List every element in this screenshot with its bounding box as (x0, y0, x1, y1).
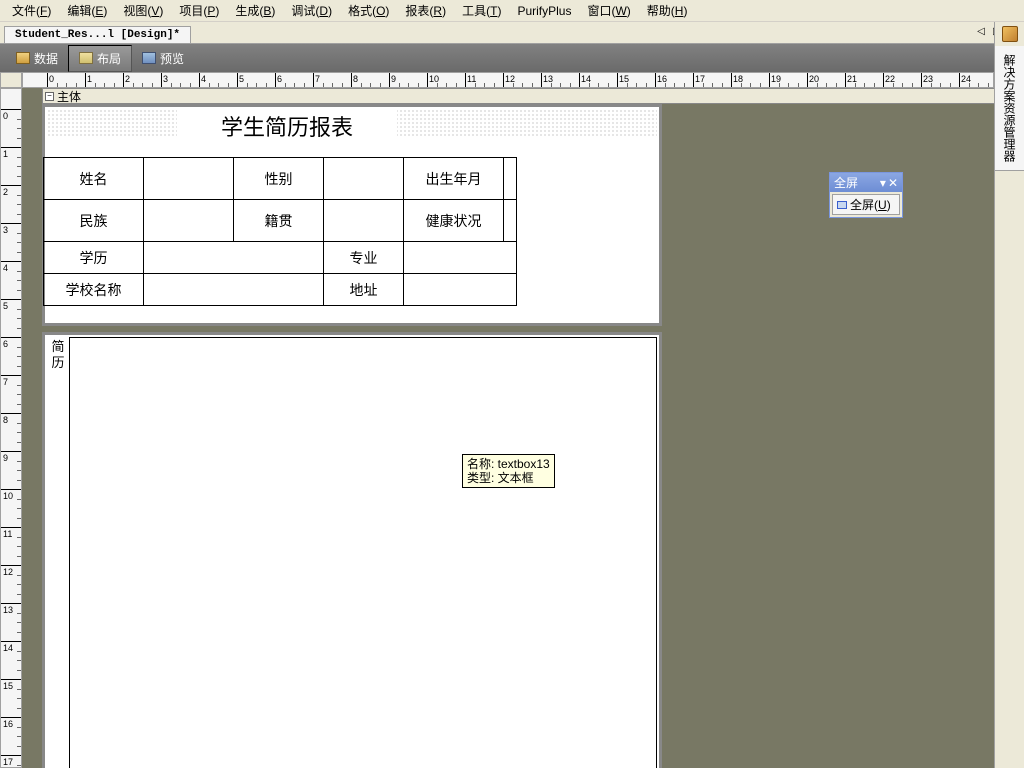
cell-major-label[interactable]: 专业 (324, 242, 404, 274)
report-resume-section[interactable]: 简历 (42, 332, 662, 768)
tooltip-line-type: 类型: 文本框 (467, 471, 550, 485)
menu-d[interactable]: 调试(D) (283, 0, 340, 21)
cell-name-label[interactable]: 姓名 (44, 158, 144, 200)
fullscreen-panel[interactable]: 全屏 ▾ ✕ 全屏(U) (829, 172, 903, 218)
section-band-header[interactable]: − 主体 (42, 88, 994, 104)
cell-major-value[interactable] (404, 242, 517, 274)
cell-school-label[interactable]: 学校名称 (44, 274, 144, 306)
tab-layout[interactable]: 布局 (68, 45, 132, 72)
tab-preview[interactable]: 预览 (132, 46, 194, 71)
cell-edu-value[interactable] (144, 242, 324, 274)
cell-address-value[interactable] (404, 274, 517, 306)
report-body-section[interactable]: 学生简历报表 姓名 性别 出生年月 民族 籍贯 健康状况 (42, 104, 662, 326)
element-tooltip: 名称: textbox13 类型: 文本框 (462, 454, 555, 488)
fullscreen-panel-titlebar[interactable]: 全屏 ▾ ✕ (830, 173, 902, 192)
menu-r[interactable]: 报表(R) (397, 0, 454, 21)
menu-f[interactable]: 文件(F) (4, 0, 59, 21)
tab-layout-label: 布局 (97, 50, 121, 67)
resume-label-textbox[interactable]: 简历 (49, 339, 67, 371)
layout-icon (79, 52, 93, 64)
panel-dropdown-icon[interactable]: ▾ (880, 176, 886, 190)
cell-health-label[interactable]: 健康状况 (404, 200, 504, 242)
fullscreen-button-label: 全屏(U) (850, 196, 891, 213)
tab-data-label: 数据 (34, 50, 58, 67)
solution-explorer-panel[interactable]: 解决方案资源管理器 (994, 22, 1024, 768)
menu-t[interactable]: 工具(T) (454, 0, 509, 21)
menu-p[interactable]: 项目(P) (171, 0, 227, 21)
panel-close-icon[interactable]: ✕ (888, 176, 898, 190)
resume-content-textbox[interactable] (69, 337, 657, 768)
cell-birth-value[interactable] (504, 158, 517, 200)
cell-address-label[interactable]: 地址 (324, 274, 404, 306)
cell-birth-label[interactable]: 出生年月 (404, 158, 504, 200)
cell-gender-value[interactable] (324, 158, 404, 200)
fullscreen-icon (837, 201, 847, 209)
cell-health-value[interactable] (504, 200, 517, 242)
document-tab[interactable]: Student_Res...l [Design]* (4, 26, 191, 43)
view-toolbar: 数据 布局 预览 (0, 44, 1024, 72)
fullscreen-panel-body: 全屏(U) (830, 192, 902, 217)
cell-school-value[interactable] (144, 274, 324, 306)
tooltip-line-name: 名称: textbox13 (467, 457, 550, 471)
section-band-label: 主体 (57, 88, 81, 105)
tab-data[interactable]: 数据 (6, 46, 68, 71)
solution-explorer-icon (1002, 26, 1018, 42)
ruler-corner (0, 72, 22, 88)
data-icon (16, 52, 30, 64)
horizontal-ruler[interactable]: 0123456789101112131415161718192021222324… (22, 72, 994, 88)
cell-name-value[interactable] (144, 158, 234, 200)
menu-e[interactable]: 编辑(E) (59, 0, 115, 21)
solution-explorer-tab[interactable]: 解决方案资源管理器 (995, 46, 1024, 171)
document-tabbar: Student_Res...l [Design]* ◁ ▷ ✕ (0, 22, 1024, 44)
cell-gender-label[interactable]: 性别 (234, 158, 324, 200)
preview-icon (142, 52, 156, 64)
fullscreen-panel-title: 全屏 (834, 174, 858, 191)
menu-v[interactable]: 视图(V) (115, 0, 171, 21)
collapse-icon[interactable]: − (45, 92, 54, 101)
band-gutter (22, 88, 40, 768)
cell-native-value[interactable] (324, 200, 404, 242)
fullscreen-button[interactable]: 全屏(U) (832, 194, 900, 215)
cell-ethnic-value[interactable] (144, 200, 234, 242)
report-table[interactable]: 姓名 性别 出生年月 民族 籍贯 健康状况 学历 (43, 157, 517, 306)
cell-edu-label[interactable]: 学历 (44, 242, 144, 274)
cell-native-label[interactable]: 籍贯 (234, 200, 324, 242)
menu-w[interactable]: 窗口(W) (579, 0, 638, 21)
cell-ethnic-label[interactable]: 民族 (44, 200, 144, 242)
tab-prev-icon[interactable]: ◁ (974, 24, 988, 38)
menu-o[interactable]: 格式(O) (340, 0, 397, 21)
menu-h[interactable]: 帮助(H) (639, 0, 696, 21)
menubar: 文件(F)编辑(E)视图(V)项目(P)生成(B)调试(D)格式(O)报表(R)… (0, 0, 1024, 22)
vertical-ruler[interactable]: 0123456789101112131415161718 (0, 88, 22, 768)
report-title-textbox[interactable]: 学生简历报表 (177, 109, 397, 143)
menu-purifyplus[interactable]: PurifyPlus (509, 2, 579, 20)
tab-preview-label: 预览 (160, 50, 184, 67)
menu-b[interactable]: 生成(B) (227, 0, 283, 21)
